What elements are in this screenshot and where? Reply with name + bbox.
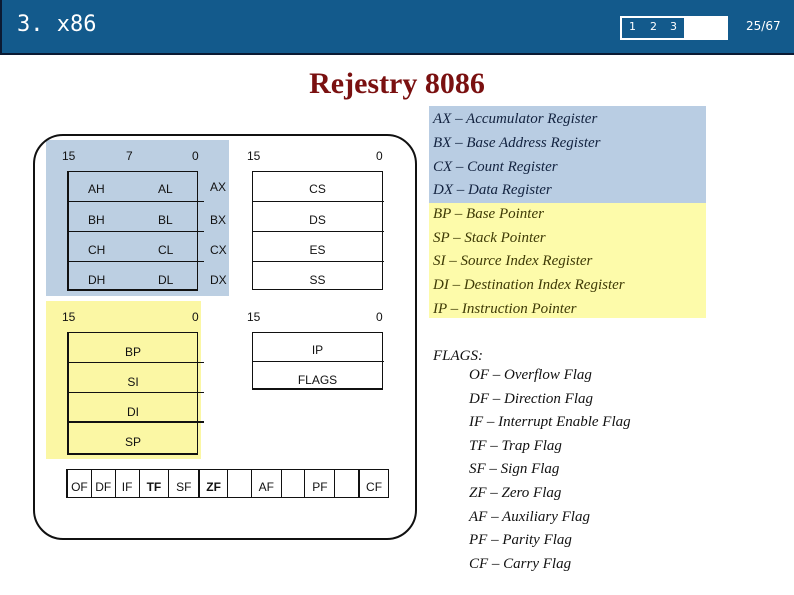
register-cl: CL — [158, 243, 174, 257]
flag-bit-cf: CF — [359, 470, 388, 497]
ip-flags-box: IP FLAGS — [252, 332, 384, 390]
flag-bit-af: AF — [252, 470, 282, 497]
segment-registers-box: CS DS ES SS — [252, 171, 384, 290]
bit-label: 0 — [192, 149, 199, 163]
bit-label: 15 — [247, 310, 261, 324]
flag-description: PF – Parity Flag — [469, 532, 572, 548]
register-dl: DL — [158, 273, 174, 287]
flag-bit-sf: SF — [169, 470, 200, 497]
page-counter: 25/67 — [746, 19, 781, 33]
register-dx-label: DX — [210, 273, 227, 287]
nav-item-2[interactable]: 2 — [650, 20, 657, 33]
legend-di: DI – Destination Index Register — [433, 277, 625, 293]
slide-header: 3. x86 1 2 3 25/67 — [0, 0, 794, 55]
flag-bit-df: DF — [92, 470, 116, 497]
register-ip: IP — [311, 343, 324, 357]
section-title: 3. x86 — [17, 12, 97, 37]
register-cs: CS — [309, 182, 326, 196]
flag-description: SF – Sign Flag — [469, 461, 560, 477]
register-ds: DS — [309, 213, 326, 227]
register-bl: BL — [158, 213, 173, 227]
flag-bit-reserved — [282, 470, 306, 497]
legend-bp: BP – Base Pointer — [433, 206, 544, 222]
bit-label: 0 — [376, 149, 383, 163]
flag-description: CF – Carry Flag — [469, 556, 572, 572]
nav-item-3[interactable]: 3 — [670, 20, 677, 33]
legend-dx: DX – Data Register — [433, 182, 552, 198]
bit-label: 7 — [126, 149, 133, 163]
bit-label: 15 — [62, 149, 76, 163]
register-cx-label: CX — [210, 243, 227, 257]
legend-ip: IP – Instruction Pointer — [433, 301, 577, 317]
register-bx-label: BX — [210, 213, 227, 227]
register-di: DI — [127, 405, 139, 419]
legend-cx: CX – Count Register — [433, 159, 558, 175]
register-bp: BP — [124, 345, 141, 359]
register-si: SI — [127, 375, 139, 389]
flags-register-bits: OF DF IF TF SF ZF AF PF CF — [66, 469, 389, 498]
nav-item-1[interactable]: 1 — [629, 20, 636, 33]
general-registers-box: AH AL BH BL CH CL DH DL — [67, 171, 204, 291]
flag-bit-reserved — [335, 470, 360, 497]
register-flags: FLAGS — [297, 373, 338, 387]
flag-bit-tf: TF — [140, 470, 170, 497]
flag-bit-zf: ZF — [199, 470, 228, 497]
bit-label: 15 — [247, 149, 261, 163]
register-sp: SP — [124, 435, 141, 449]
register-ax-label: AX — [210, 180, 227, 194]
flag-description: IF – Interrupt Enable Flag — [469, 414, 631, 430]
flag-description: TF – Trap Flag — [469, 438, 562, 454]
flag-bit-of: OF — [67, 470, 92, 497]
bit-label: 0 — [376, 310, 383, 324]
flag-bit-pf: PF — [305, 470, 336, 497]
legend-ax: AX – Accumulator Register — [433, 111, 598, 127]
register-ss: SS — [309, 273, 326, 287]
register-al: AL — [158, 182, 173, 196]
flag-bit-if: IF — [116, 470, 140, 497]
flags-heading: FLAGS: — [433, 348, 483, 364]
bit-label: 15 — [62, 310, 76, 324]
bit-label: 0 — [192, 310, 199, 324]
register-es: ES — [309, 243, 326, 257]
flag-description: OF – Overflow Flag — [469, 367, 592, 383]
flag-description: DF – Direction Flag — [469, 391, 594, 407]
flag-description: AF – Auxiliary Flag — [469, 509, 590, 525]
slide-title: Rejestry 8086 — [309, 67, 485, 100]
pointer-index-registers-box: BP SI DI SP — [67, 332, 204, 455]
legend-sp: SP – Stack Pointer — [433, 230, 546, 246]
flag-description: ZF – Zero Flag — [469, 485, 562, 501]
legend-si: SI – Source Index Register — [433, 253, 593, 269]
flag-bit-reserved — [228, 470, 252, 497]
legend-bx: BX – Base Address Register — [433, 135, 601, 151]
section-navigation[interactable]: 1 2 3 — [620, 16, 728, 40]
